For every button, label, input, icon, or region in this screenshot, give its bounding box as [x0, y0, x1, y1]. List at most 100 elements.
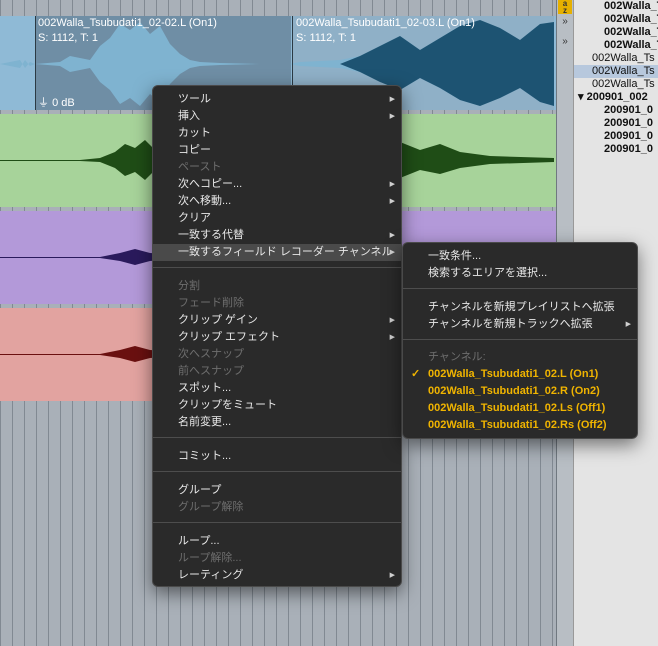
expand-arrow-button[interactable]: » — [558, 16, 572, 32]
menu-label: フェード削除 — [178, 297, 244, 309]
menu-label: ループ... — [178, 535, 220, 547]
clip-list-item[interactable]: 200901_0 — [604, 117, 658, 130]
clip-list-item[interactable]: 200901_0 — [604, 104, 658, 117]
a-z-sort-icon[interactable]: az — [558, 0, 572, 15]
submenu-channel-rs[interactable]: 002Walla_Tsubudati1_02.Rs (Off2) — [403, 417, 637, 434]
clip-list-item[interactable]: 002Walla_Ts — [592, 52, 658, 65]
clip-list-item-selected[interactable]: 002Walla_Ts — [574, 65, 658, 78]
clip-list-group[interactable]: ▾ 200901_002 — [578, 91, 658, 104]
menu-item-paste: ペースト — [153, 159, 401, 176]
menu-label: 前へスナップ — [178, 365, 244, 377]
menu-label: 002Walla_Tsubudati1_02.Ls (Off1) — [428, 402, 606, 414]
menu-label: チャンネルを新規トラックへ拡張 — [428, 318, 593, 330]
menu-item-group[interactable]: グループ — [153, 482, 401, 499]
menu-label: グループ — [178, 484, 222, 496]
menu-label: 検索するエリアを選択... — [428, 267, 548, 279]
submenu-arrow-icon: ▶ — [389, 198, 395, 205]
clip-list-item[interactable]: 002Walla_Ts — [592, 78, 658, 91]
menu-label: クリップ ゲイン — [178, 314, 258, 326]
menu-separator — [403, 288, 637, 289]
menu-item-mute-clip[interactable]: クリップをミュート — [153, 397, 401, 414]
menu-item-insert[interactable]: 挿入 ▶ — [153, 108, 401, 125]
menu-item-snap-to-previous: 前へスナップ — [153, 363, 401, 380]
clip-1-name: 002Walla_Tsubudati1_02-02.L (On1) — [38, 17, 217, 29]
submenu-channel-r[interactable]: 002Walla_Tsubudati1_02.R (On2) — [403, 383, 637, 400]
menu-item-clip-gain[interactable]: クリップ ゲイン ▶ — [153, 312, 401, 329]
expand-arrow-button-2[interactable]: » — [558, 36, 572, 52]
clip-list-item[interactable]: 002Walla_T — [604, 0, 658, 13]
menu-separator — [403, 339, 637, 340]
menu-item-separate: 分割 — [153, 278, 401, 295]
menu-item-spot[interactable]: スポット... — [153, 380, 401, 397]
menu-item-loop[interactable]: ループ... — [153, 533, 401, 550]
clip-1-gain[interactable]: ⏚ 0 dB — [38, 94, 75, 110]
menu-label: 一致条件... — [428, 250, 482, 262]
menu-label: ツール — [178, 93, 211, 105]
menu-item-copy-to-next[interactable]: 次へコピー... ▶ — [153, 176, 401, 193]
menu-label: クリア — [178, 212, 211, 224]
clip-list-item[interactable]: 002Walla_T — [604, 13, 658, 26]
submenu-arrow-icon: ▶ — [389, 113, 395, 120]
checkmark-icon: ✓ — [411, 368, 421, 380]
submenu-channel-ls[interactable]: 002Walla_Tsubudati1_02.Ls (Off1) — [403, 400, 637, 417]
clip-list-item[interactable]: 200901_0 — [604, 130, 658, 143]
submenu-item-match-criteria[interactable]: 一致条件... — [403, 248, 637, 265]
menu-label: 002Walla_Tsubudati1_02.Rs (Off2) — [428, 419, 607, 431]
menu-label: 002Walla_Tsubudati1_02.R (On2) — [428, 385, 600, 397]
menu-label: コミット... — [178, 450, 232, 462]
submenu-arrow-icon: ▶ — [389, 334, 395, 341]
menu-separator — [153, 267, 401, 268]
submenu-arrow-icon: ▶ — [389, 572, 395, 579]
clip-list-item[interactable]: 200901_0 — [604, 143, 658, 156]
menu-item-matching-alternates[interactable]: 一致する代替 ▶ — [153, 227, 401, 244]
menu-item-snap-to-next: 次へスナップ — [153, 346, 401, 363]
menu-item-cut[interactable]: カット — [153, 125, 401, 142]
menu-label: 一致するフィールド レコーダー チャンネル — [178, 246, 393, 258]
submenu-arrow-icon: ▶ — [625, 321, 631, 328]
menu-label: 名前変更... — [178, 416, 232, 428]
menu-item-unloop: ループ解除... — [153, 550, 401, 567]
menu-label: 次へスナップ — [178, 348, 244, 360]
clip-1-meta: S: 1112, T: 1 — [38, 32, 98, 44]
clip-list-item[interactable]: 002Walla_T — [604, 26, 658, 39]
submenu-item-expand-to-playlists[interactable]: チャンネルを新規プレイリストへ拡張 — [403, 299, 637, 316]
submenu-arrow-icon: ▶ — [389, 96, 395, 103]
menu-item-rating[interactable]: レーティング ▶ — [153, 567, 401, 584]
clip-gain-icon: ⏚ — [38, 97, 49, 109]
menu-separator — [153, 522, 401, 523]
submenu-arrow-icon: ▶ — [389, 232, 395, 239]
menu-label: レーティング — [178, 569, 244, 581]
submenu-item-expand-to-tracks[interactable]: チャンネルを新規トラックへ拡張 ▶ — [403, 316, 637, 333]
menu-label: カット — [178, 127, 211, 139]
menu-item-field-recorder-channels[interactable]: 一致するフィールド レコーダー チャンネル ▶ — [153, 244, 401, 261]
submenu-channel-l[interactable]: ✓ 002Walla_Tsubudati1_02.L (On1) — [403, 366, 637, 383]
menu-item-copy[interactable]: コピー — [153, 142, 401, 159]
submenu-arrow-icon: ▶ — [389, 317, 395, 324]
clip-list-item[interactable]: 002Walla_T — [604, 39, 658, 52]
clip-2-name: 002Walla_Tsubudati1_02-03.L (On1) — [296, 17, 475, 29]
field-recorder-channels-submenu[interactable]: 一致条件... 検索するエリアを選択... チャンネルを新規プレイリストへ拡張 … — [402, 242, 638, 439]
menu-label: クリップ エフェクト — [178, 331, 281, 343]
menu-item-clear[interactable]: クリア — [153, 210, 401, 227]
menu-item-clip-effects[interactable]: クリップ エフェクト ▶ — [153, 329, 401, 346]
menu-label: グループ解除 — [178, 501, 244, 513]
clip-context-menu[interactable]: ツール ▶ 挿入 ▶ カット コピー ペースト 次へコピー... ▶ 次へ移動... ▶… — [152, 85, 402, 587]
menu-label: スポット... — [178, 382, 232, 394]
menu-separator — [153, 471, 401, 472]
menu-item-delete-fades: フェード削除 — [153, 295, 401, 312]
menu-item-rename[interactable]: 名前変更... — [153, 414, 401, 431]
menu-label: チャンネルを新規プレイリストへ拡張 — [428, 301, 615, 313]
menu-label: 次へ移動... — [178, 195, 232, 207]
menu-label: 次へコピー... — [178, 178, 243, 190]
menu-item-tool[interactable]: ツール ▶ — [153, 91, 401, 108]
menu-label: 一致する代替 — [178, 229, 244, 241]
menu-item-commit[interactable]: コミット... — [153, 448, 401, 465]
menu-label: 002Walla_Tsubudati1_02.L (On1) — [428, 368, 599, 380]
menu-item-move-to-next[interactable]: 次へ移動... ▶ — [153, 193, 401, 210]
submenu-channels-header: チャンネル: — [403, 349, 637, 366]
menu-label: 挿入 — [178, 110, 200, 122]
menu-separator — [153, 437, 401, 438]
menu-label: チャンネル: — [428, 351, 486, 363]
submenu-item-select-search-area[interactable]: 検索するエリアを選択... — [403, 265, 637, 282]
clip-gain-value: 0 dB — [52, 97, 75, 109]
